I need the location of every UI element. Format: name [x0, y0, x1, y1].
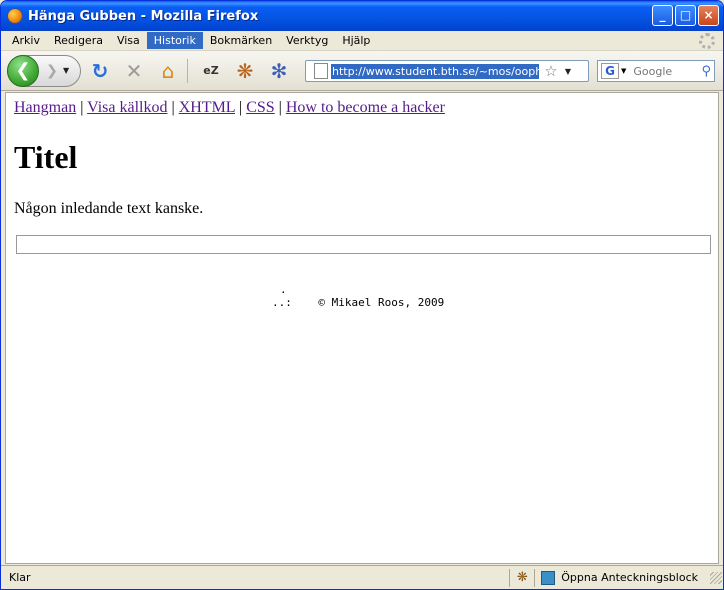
tor-icon[interactable]: ✻ [264, 56, 294, 86]
forward-icon[interactable]: ❯ [42, 61, 62, 81]
open-notepad-label[interactable]: Öppna Anteckningsblock [561, 571, 710, 584]
page-favicon-icon [314, 63, 328, 79]
footer-copyright: . ..: © Mikael Roos, 2009 [272, 283, 444, 309]
firebug-icon[interactable]: ❋ [230, 56, 260, 86]
firebug-status-icon[interactable]: ❋ [514, 570, 530, 585]
menu-hjalp[interactable]: Hjälp [335, 32, 377, 49]
menu-bar: Arkiv Redigera Visa Historik Bokmärken V… [1, 31, 723, 51]
search-input[interactable] [631, 63, 692, 79]
status-bar: Klar ❋ Öppna Anteckningsblock [1, 565, 723, 589]
menu-visa[interactable]: Visa [110, 32, 147, 49]
navigation-toolbar: ❮ ❯ ▼ ↻ ✕ ⌂ eZ ❋ ✻ http://www.student.bt… [1, 51, 723, 91]
link-visa-kallkod[interactable]: Visa källkod [87, 99, 167, 116]
menu-historik[interactable]: Historik [146, 32, 203, 49]
link-separator: | [238, 99, 243, 116]
link-separator: | [171, 99, 175, 116]
engine-dropdown-icon[interactable]: ▼ [621, 67, 626, 75]
status-text: Klar [9, 571, 31, 584]
stop-icon[interactable]: ✕ [119, 56, 149, 86]
status-separator [534, 568, 536, 587]
ez-icon[interactable]: eZ [196, 56, 226, 86]
title-bar[interactable]: Hänga Gubben - Mozilla Firefox _ □ × [1, 1, 723, 31]
resize-grip-icon[interactable] [710, 571, 722, 584]
reload-icon[interactable]: ↻ [85, 56, 115, 86]
game-box [16, 235, 711, 254]
firefox-icon [7, 8, 23, 24]
back-forward-group: ❮ ❯ ▼ [7, 54, 81, 87]
link-css[interactable]: CSS [246, 99, 274, 116]
footer-art-line1: . [280, 283, 287, 296]
menu-arkiv[interactable]: Arkiv [5, 32, 47, 49]
menu-verktyg[interactable]: Verktyg [279, 32, 335, 49]
link-hangman[interactable]: Hangman [14, 99, 76, 116]
toolbar-separator [187, 58, 188, 83]
page-content: Hangman | Visa källkod | XHTML | CSS | H… [5, 92, 719, 564]
url-dropdown-icon[interactable]: ▼ [561, 67, 575, 76]
maximize-button[interactable]: □ [675, 5, 696, 26]
history-dropdown-icon[interactable]: ▼ [63, 66, 73, 75]
browser-window: Hänga Gubben - Mozilla Firefox _ □ × Ark… [0, 0, 724, 590]
link-separator: | [80, 99, 84, 116]
minimize-button[interactable]: _ [652, 5, 673, 26]
url-bar[interactable]: http://www.student.bth.se/~mos/oophp/m ☆… [305, 60, 589, 82]
search-bar[interactable]: G ▼ ⚲ [597, 60, 715, 82]
home-icon[interactable]: ⌂ [153, 56, 183, 86]
status-separator [509, 568, 511, 587]
notepad-icon[interactable] [541, 570, 556, 585]
nav-links: Hangman | Visa källkod | XHTML | CSS | H… [14, 99, 445, 117]
link-xhtml[interactable]: XHTML [179, 99, 235, 116]
url-input[interactable]: http://www.student.bth.se/~mos/oophp/m [331, 63, 539, 79]
link-separator: | [278, 99, 282, 116]
page-title: Titel [14, 139, 78, 175]
menu-redigera[interactable]: Redigera [47, 32, 110, 49]
intro-text: Någon inledande text kanske. [14, 200, 204, 217]
google-engine-icon[interactable]: G [601, 63, 619, 79]
window-controls: _ □ × [652, 5, 719, 26]
bookmark-star-icon[interactable]: ☆ [541, 62, 561, 80]
menu-bokmarken[interactable]: Bokmärken [203, 32, 279, 49]
window-title: Hänga Gubben - Mozilla Firefox [28, 8, 259, 24]
back-icon[interactable]: ❮ [7, 54, 39, 87]
search-go-icon[interactable]: ⚲ [701, 64, 711, 79]
link-hacker[interactable]: How to become a hacker [286, 99, 445, 116]
throbber-icon [699, 33, 715, 49]
footer-art-line2: ..: © Mikael Roos, 2009 [272, 296, 445, 309]
close-button[interactable]: × [698, 5, 719, 26]
